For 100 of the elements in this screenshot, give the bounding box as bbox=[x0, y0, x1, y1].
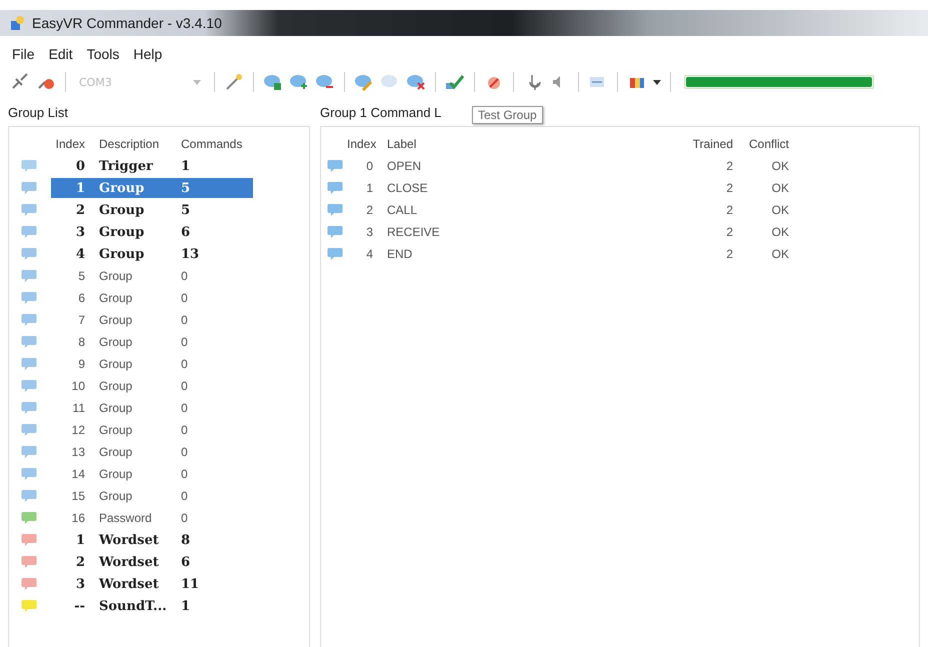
table-cell-text: CALL bbox=[386, 203, 418, 217]
table-cell-text: 8 bbox=[77, 335, 86, 349]
group-row[interactable]: 14 Group 0 bbox=[51, 464, 253, 484]
remove-bubble-icon[interactable] bbox=[315, 73, 335, 91]
menu-item[interactable]: Help bbox=[133, 46, 162, 62]
table-cell-text: 0 bbox=[180, 335, 189, 349]
table-cell-text: OPEN bbox=[386, 159, 422, 173]
table-cell-text: 0 bbox=[365, 159, 374, 173]
table-cell-text: Group bbox=[98, 489, 134, 503]
table-cell-text: 1 bbox=[74, 532, 86, 548]
column-header[interactable]: Trained bbox=[563, 137, 743, 151]
column-header[interactable]: Conflict bbox=[743, 137, 799, 151]
table-cell-text: 1 bbox=[180, 598, 192, 614]
group-row[interactable]: 3 Wordset 11 bbox=[51, 574, 253, 594]
table-cell-text: Group bbox=[98, 224, 146, 240]
table-cell-text: 8 bbox=[180, 532, 192, 548]
speech-bubble-icon bbox=[21, 357, 37, 371]
table-cell-text: OK bbox=[770, 247, 790, 261]
column-header[interactable]: Index bbox=[51, 137, 95, 151]
group-row[interactable]: 2 Group 5 bbox=[51, 200, 253, 220]
group-row[interactable]: 12 Group 0 bbox=[51, 420, 253, 440]
menu-item[interactable]: Tools bbox=[86, 46, 120, 62]
table-cell-text: Group bbox=[98, 423, 134, 437]
table-cell-text: 2 bbox=[74, 554, 86, 570]
speech-bubble-icon bbox=[21, 577, 37, 591]
insert-bubble-icon[interactable] bbox=[289, 73, 309, 91]
table-cell-text: Group bbox=[98, 401, 134, 415]
table-cell-text: 0 bbox=[180, 269, 189, 283]
table-cell-text: Group bbox=[98, 357, 134, 371]
speech-bubble-icon bbox=[21, 533, 37, 547]
table-cell-text: 4 bbox=[74, 246, 86, 262]
speech-bubble-icon bbox=[21, 489, 37, 503]
connect-icon[interactable] bbox=[10, 73, 30, 91]
group-row[interactable]: 1 Wordset 8 bbox=[51, 530, 253, 550]
speech-bubble-icon bbox=[21, 203, 37, 217]
table-cell-text: 5 bbox=[180, 180, 192, 196]
table-cell-text: 0 bbox=[180, 291, 189, 305]
group-row[interactable]: 7 Group 0 bbox=[51, 310, 253, 330]
group-row[interactable]: 0 Trigger 1 bbox=[51, 156, 253, 176]
table-cell-text: OK bbox=[770, 159, 790, 173]
speech-bubble-icon bbox=[21, 467, 37, 481]
table-cell-text: 6 bbox=[180, 554, 192, 570]
table-cell-text: 3 bbox=[365, 225, 374, 239]
speech-bubble-icon bbox=[327, 225, 343, 239]
group-row[interactable]: 9 Group 0 bbox=[51, 354, 253, 374]
group-row[interactable]: 3 Group 6 bbox=[51, 222, 253, 242]
column-header[interactable]: Label bbox=[383, 137, 563, 151]
table-cell-text: 0 bbox=[180, 379, 189, 393]
edit-bubble-icon[interactable] bbox=[354, 73, 374, 91]
table-cell-text: 1 bbox=[365, 181, 374, 195]
group-row[interactable]: 11 Group 0 bbox=[51, 398, 253, 418]
caret-icon bbox=[193, 80, 201, 84]
group-row[interactable]: 8 Group 0 bbox=[51, 332, 253, 352]
speech-bubble-icon bbox=[21, 555, 37, 569]
group-row[interactable]: 6 Group 0 bbox=[51, 288, 253, 308]
table-cell-text: 6 bbox=[180, 224, 192, 240]
group-row[interactable]: 5 Group 0 bbox=[51, 266, 253, 286]
table-cell-text: 13 bbox=[70, 445, 86, 459]
table-cell-text: 2 bbox=[725, 203, 734, 217]
speech-bubble-icon bbox=[21, 225, 37, 239]
speech-bubble-icon bbox=[21, 401, 37, 415]
table-cell-text: Group bbox=[98, 335, 134, 349]
speech-bubble-icon bbox=[21, 159, 37, 173]
table-cell-text: 7 bbox=[77, 313, 86, 327]
table-cell-text: 4 bbox=[365, 247, 374, 261]
group-row[interactable]: 13 Group 0 bbox=[51, 442, 253, 462]
group-row[interactable]: 15 Group 0 bbox=[51, 486, 253, 506]
add-bubble-icon[interactable] bbox=[263, 73, 283, 91]
caret-icon[interactable] bbox=[653, 80, 661, 84]
group-row[interactable]: 1 Group 5 bbox=[51, 178, 253, 198]
table-cell-text: 0 bbox=[180, 357, 189, 371]
group-row[interactable]: 4 Group 13 bbox=[51, 244, 253, 264]
table-cell-text: Group bbox=[98, 467, 134, 481]
menu-item[interactable]: Edit bbox=[48, 46, 73, 62]
table-cell-text: 2 bbox=[74, 202, 86, 218]
table-cell-text: Group bbox=[98, 202, 146, 218]
column-header[interactable]: Index bbox=[347, 137, 383, 151]
check-icon[interactable] bbox=[445, 73, 465, 91]
column-header[interactable]: Commands bbox=[177, 137, 253, 151]
table-cell-text: 14 bbox=[70, 467, 86, 481]
speech-bubble-icon bbox=[327, 181, 343, 195]
table-cell-text: 5 bbox=[77, 269, 86, 283]
group-row[interactable]: 16 Password 0 bbox=[51, 508, 253, 528]
speech-bubble-icon bbox=[327, 247, 343, 261]
speech-bubble-icon bbox=[327, 203, 343, 217]
group-row[interactable]: -- SoundT... 1 bbox=[51, 596, 253, 616]
speech-bubble-icon bbox=[21, 247, 37, 261]
wand-icon[interactable] bbox=[224, 73, 244, 91]
table-cell-text: Group bbox=[98, 246, 146, 262]
group-row[interactable]: 10 Group 0 bbox=[51, 376, 253, 396]
table-cell-text: CLOSE bbox=[386, 181, 429, 195]
table-cell-text: 3 bbox=[74, 224, 86, 240]
table-cell-text: 0 bbox=[180, 489, 189, 503]
table-cell-text: 5 bbox=[180, 202, 192, 218]
group-row[interactable]: 2 Wordset 6 bbox=[51, 552, 253, 572]
column-header[interactable]: Description bbox=[95, 137, 177, 151]
menu-item[interactable]: File bbox=[12, 46, 35, 62]
delete-bubble-icon[interactable] bbox=[406, 73, 426, 91]
table-cell-text: Group bbox=[98, 313, 134, 327]
table-cell-text: 0 bbox=[74, 158, 86, 174]
